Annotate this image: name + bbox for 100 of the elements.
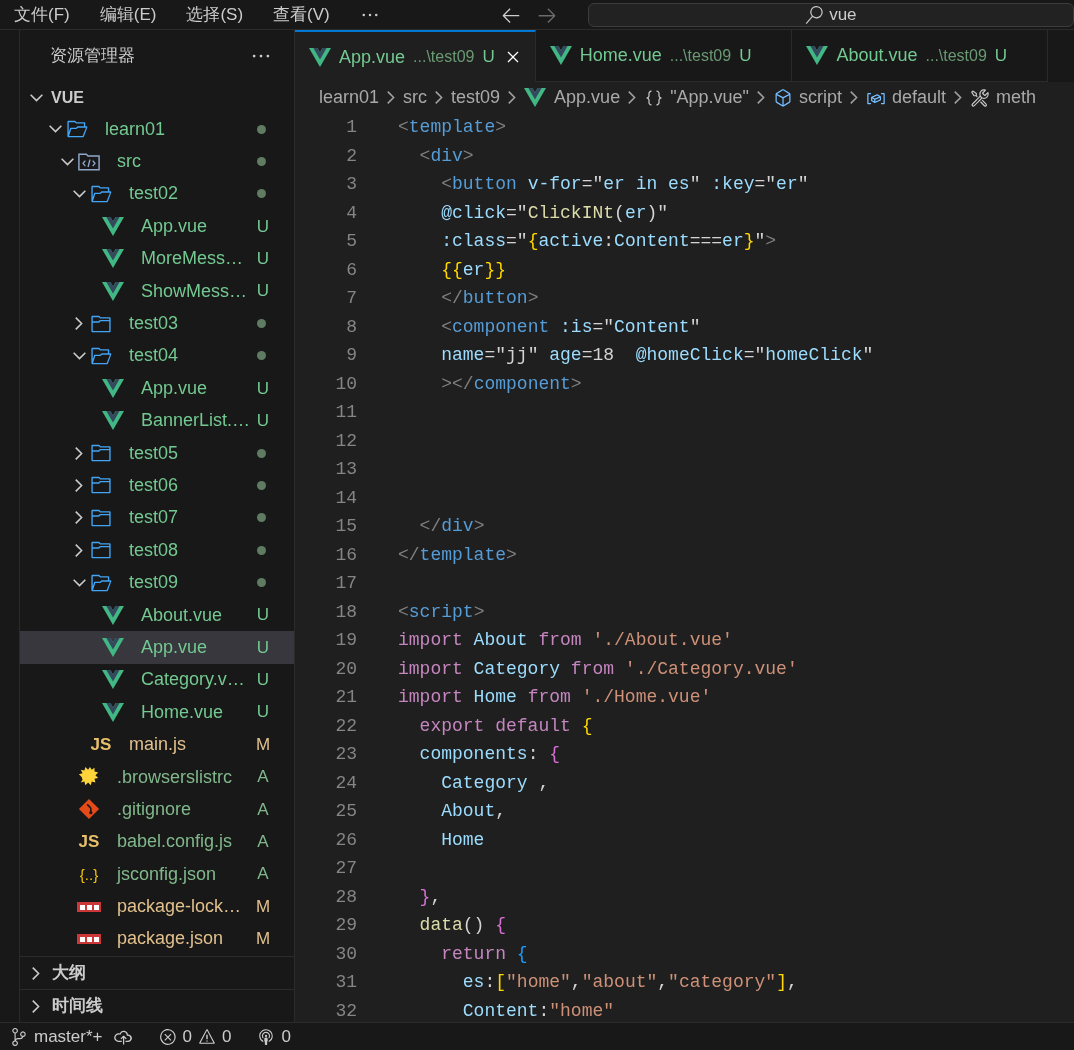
folder-row[interactable]: test05 [20, 436, 294, 470]
file-name: test09 [129, 571, 180, 595]
chevron-down-icon [48, 125, 62, 134]
folder-row[interactable]: test06 [20, 469, 294, 502]
line-number: 6 [345, 258, 357, 282]
hedgehog-icon [78, 766, 100, 788]
file-row[interactable]: App.vue U [20, 210, 294, 243]
file-row[interactable]: App.vue U [20, 631, 294, 664]
vue-logo-icon [102, 249, 124, 269]
breadcrumb-item[interactable]: App.vue [554, 84, 621, 111]
line-number: 27 [334, 857, 357, 880]
warning-icon[interactable] [197, 1027, 216, 1046]
code-line: import Category from './Category.vue' [398, 657, 798, 681]
editor-tab[interactable]: Home.vue ...\test09 U [535, 30, 793, 82]
git-status: U [256, 636, 270, 659]
menu-item[interactable]: 文件(F) [14, 1, 70, 28]
tab-title: App.vue [339, 45, 406, 69]
chevron-right-icon [387, 91, 396, 104]
menu-item[interactable]: 查看(V) [273, 1, 330, 28]
folder-row[interactable]: src [20, 145, 294, 178]
code-line: export default { [418, 714, 593, 738]
error-count: 0 [182, 1025, 192, 1048]
chevron-right-icon [75, 543, 83, 557]
chevron-down-icon [60, 157, 74, 166]
branch-icon[interactable] [10, 1027, 28, 1046]
section-header[interactable]: VUE [20, 82, 294, 113]
file-row[interactable]: Home.vue U [20, 696, 294, 729]
folder-row[interactable]: test04 [20, 339, 294, 373]
branch-name[interactable]: master*+ [34, 1023, 103, 1050]
file-row[interactable]: JS main.js M [20, 728, 294, 761]
file-name: App.vue [141, 376, 209, 400]
folder-row[interactable]: learn01 [20, 113, 294, 146]
vue-logo-icon [102, 637, 124, 657]
file-row[interactable]: MoreMess… U [20, 242, 294, 275]
line-number: 17 [334, 572, 357, 595]
code-line: <script> [398, 600, 485, 624]
editor-tab[interactable]: About.vue ...\test09 U [792, 30, 1049, 82]
menu-item[interactable]: 编辑(E) [99, 1, 157, 28]
breadcrumb-item[interactable]: test09 [451, 84, 501, 111]
file-row[interactable]: JS babel.config.js A [20, 825, 294, 858]
file-row[interactable]: App.vue U [20, 372, 294, 405]
folder-row[interactable]: test09 [20, 566, 294, 599]
breadcrumb-item[interactable]: default [892, 84, 947, 111]
file-name: About.vue [141, 603, 224, 627]
broadcast-icon[interactable] [257, 1027, 276, 1046]
line-number: 31 [334, 971, 357, 994]
git-status: U [256, 409, 270, 432]
tab-title: About.vue [836, 44, 918, 67]
error-icon[interactable] [158, 1027, 177, 1046]
git-status: M [256, 928, 270, 951]
line-number: 12 [334, 429, 357, 453]
file-row[interactable]: BannerList.… U [20, 404, 294, 437]
chevron-right-icon [32, 999, 40, 1013]
menu-item[interactable]: 选择(S) [186, 1, 244, 28]
file-row[interactable]: {..} jsconfig.json A [20, 858, 294, 891]
code-line: Content:"home" [461, 999, 615, 1022]
file-row[interactable]: ShowMess… U [20, 274, 294, 308]
breadcrumb-item[interactable]: "App.vue" [670, 84, 749, 111]
line-number: 19 [334, 629, 357, 652]
line-number: 20 [334, 657, 357, 681]
line-number: 3 [345, 173, 357, 196]
search-field[interactable]: vue [587, 2, 1074, 27]
file-row[interactable]: About.vue U [20, 598, 294, 632]
line-number: 28 [334, 885, 357, 909]
panel-header[interactable]: 大纲 [20, 956, 294, 989]
breadcrumb-item[interactable]: meth [996, 84, 1037, 111]
git-status: M [256, 895, 270, 918]
line-number: 21 [334, 686, 357, 709]
file-row[interactable]: Category.v… U [20, 663, 294, 697]
chevron-right-icon [435, 91, 444, 104]
file-row[interactable]: package.json M [20, 922, 294, 956]
folder-row[interactable]: test02 [20, 177, 294, 211]
breadcrumb-item[interactable]: learn01 [319, 84, 380, 111]
line-number: 13 [334, 458, 357, 481]
file-row[interactable]: .gitignore A [20, 793, 294, 826]
folder-row[interactable]: test03 [20, 307, 294, 340]
file-row[interactable]: package-lock… M [20, 890, 294, 923]
file-row[interactable]: .browserslistrc A [20, 760, 294, 794]
chevron-down-icon [72, 351, 86, 360]
breadcrumb-item[interactable]: src [403, 84, 428, 111]
file-name: MoreMess… [141, 247, 244, 271]
folder-row[interactable]: test07 [20, 501, 294, 535]
chevron-right-icon [75, 446, 83, 460]
file-name: App.vue [141, 635, 209, 659]
line-number: 14 [334, 486, 357, 510]
line-number: 11 [334, 401, 357, 424]
js-file-icon: JS [78, 833, 100, 851]
code-line: data() { [418, 914, 507, 937]
warning-count: 0 [221, 1025, 232, 1048]
tab-path: ...\test09 [925, 45, 987, 66]
editor-tab[interactable]: App.vue ...\test09 U [295, 30, 536, 82]
line-number: 5 [345, 230, 357, 253]
vue-logo-icon [102, 702, 124, 722]
folder-row[interactable]: test08 [20, 534, 294, 567]
code-line: Category , [440, 771, 550, 795]
file-name: test04 [129, 344, 180, 368]
breadcrumb-item[interactable]: script [799, 84, 842, 111]
vue-logo-icon [102, 670, 124, 690]
chevron-right-icon [32, 966, 40, 980]
file-name: ShowMess… [141, 279, 249, 303]
